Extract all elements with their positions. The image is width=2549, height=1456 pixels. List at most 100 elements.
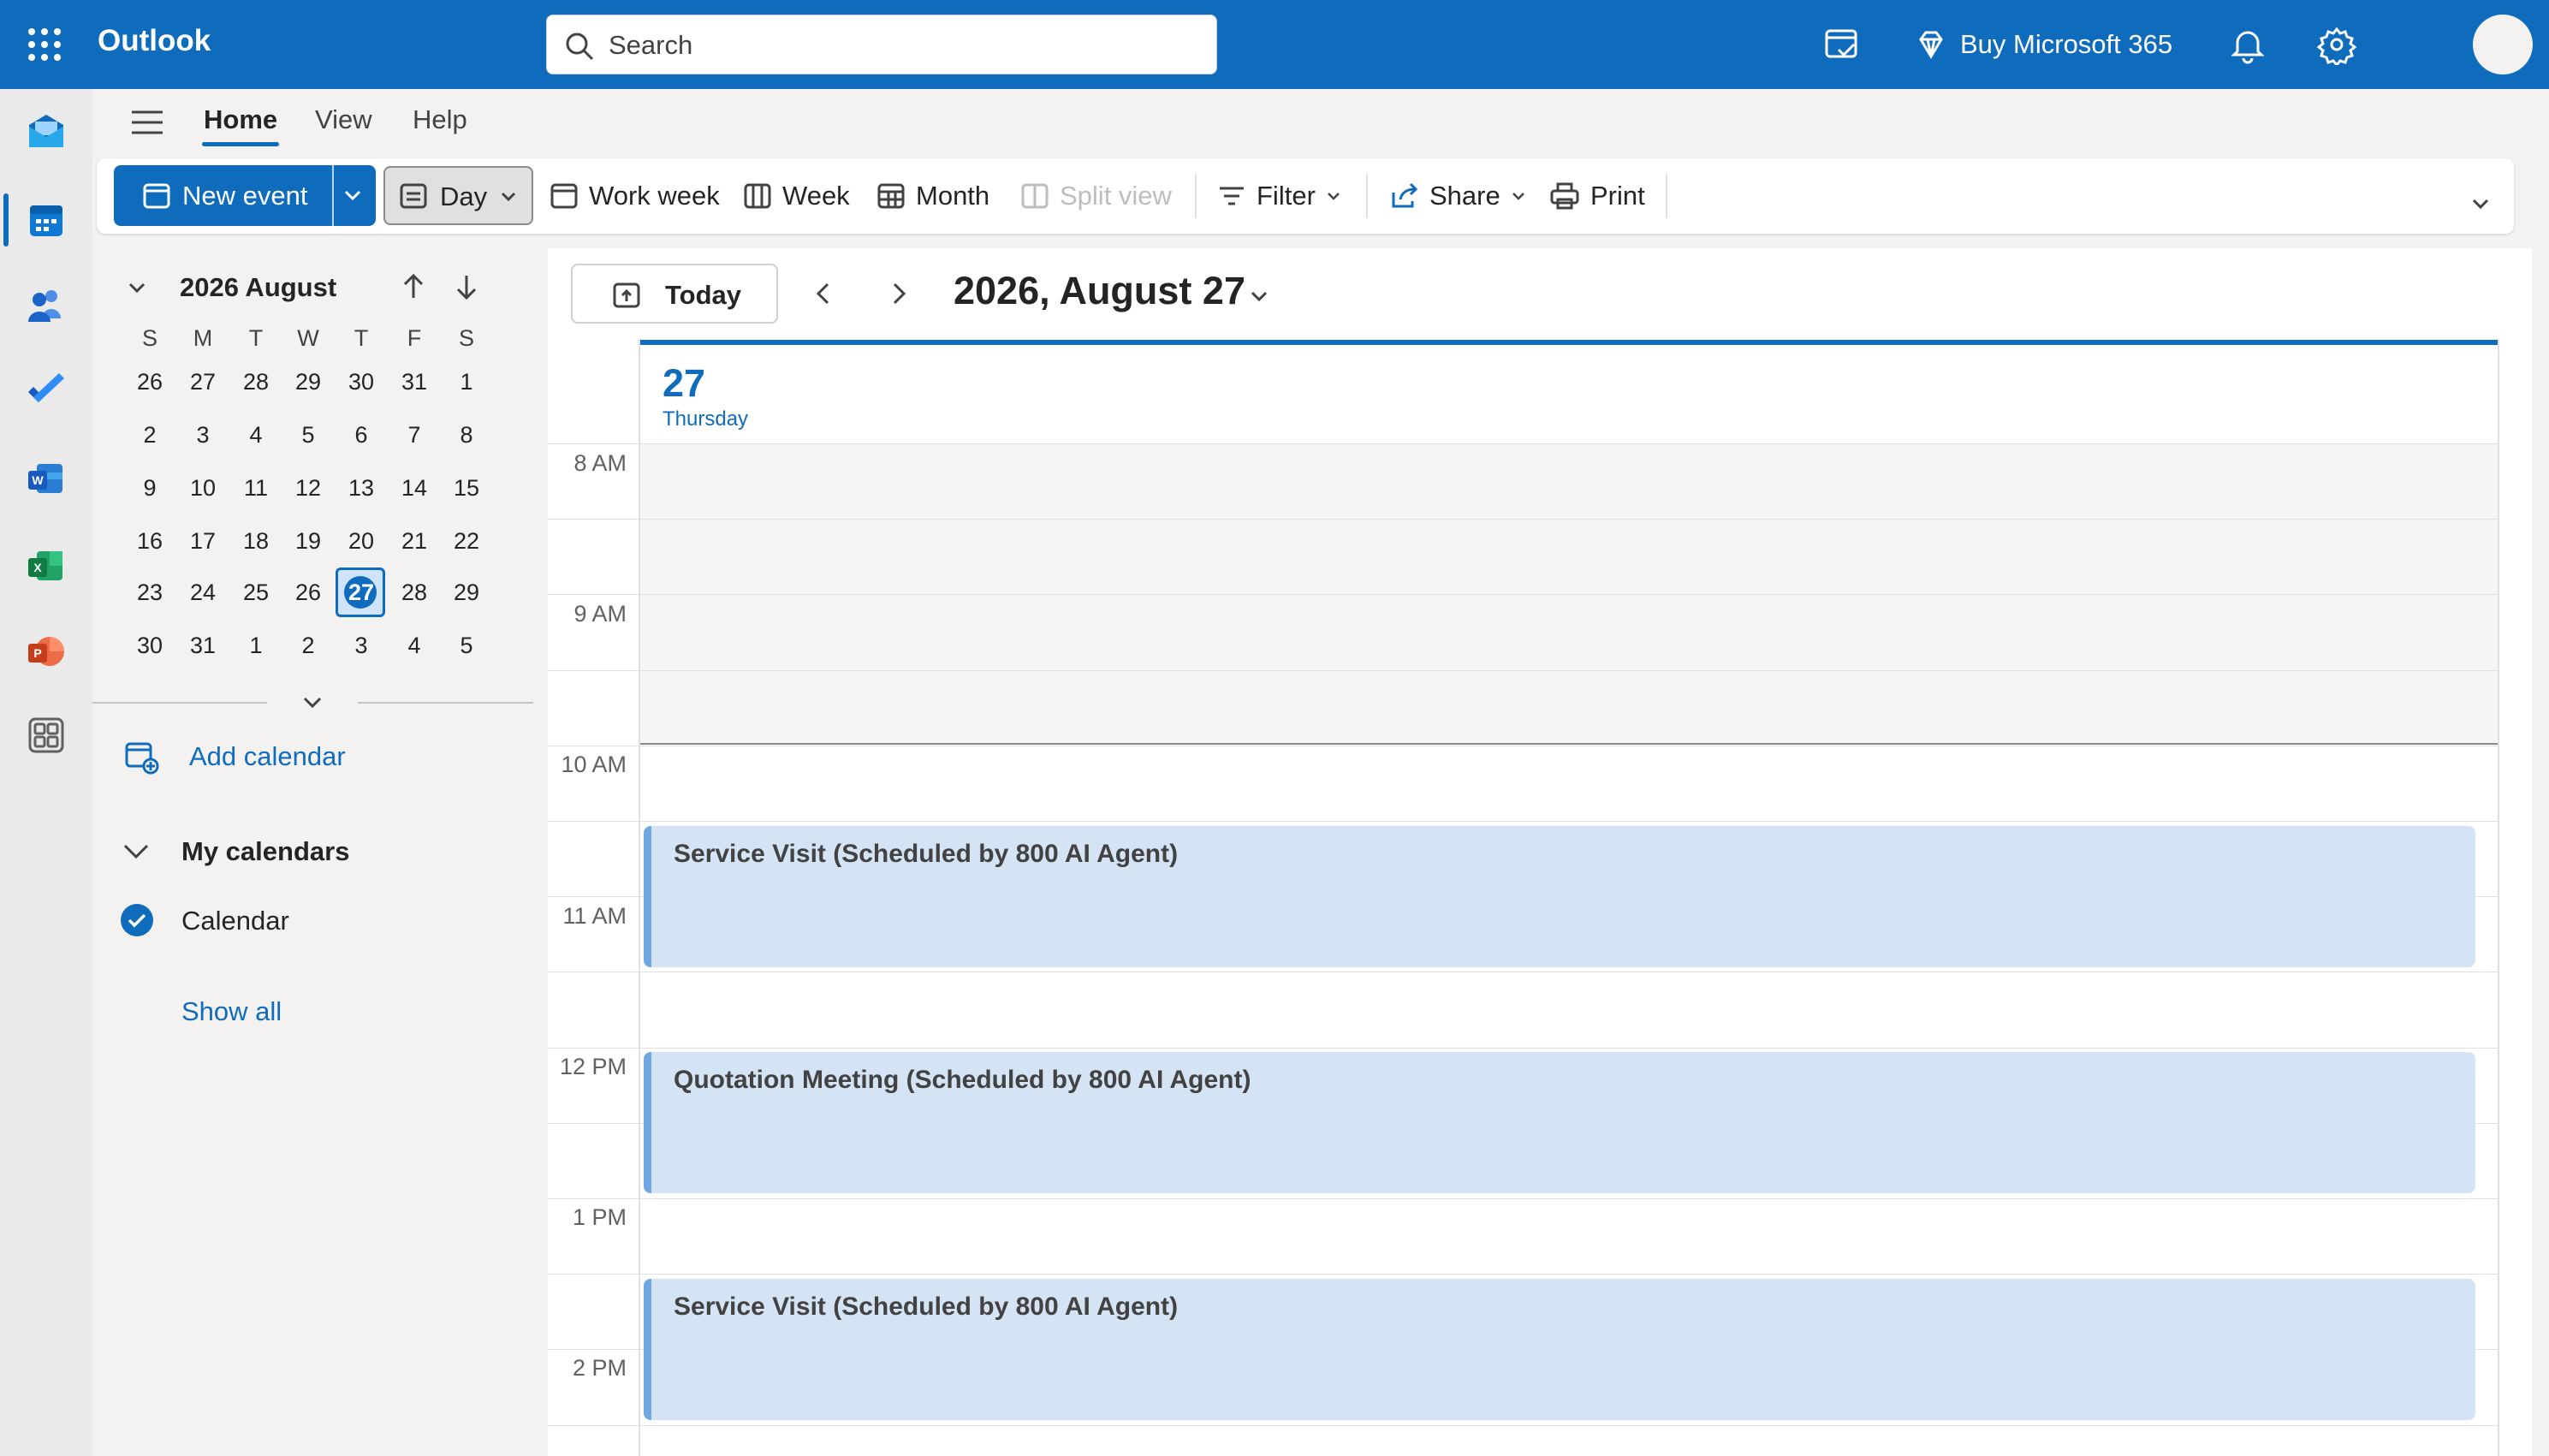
filter-button[interactable]: Filter — [1217, 177, 1341, 215]
search-icon — [564, 31, 595, 62]
my-day-icon[interactable] — [1821, 24, 1863, 65]
minical-day[interactable]: 2 — [287, 624, 330, 667]
notifications-bell-icon[interactable] — [2227, 24, 2268, 65]
todo-icon[interactable] — [23, 368, 69, 414]
time-label: 10 AM — [561, 752, 627, 777]
minical-month-title[interactable]: 2026 August — [180, 272, 336, 303]
minical-day[interactable]: 3 — [181, 413, 224, 456]
minical-day[interactable]: 3 — [340, 624, 383, 667]
minical-day[interactable]: 27 — [340, 571, 383, 614]
minical-day[interactable]: 26 — [287, 571, 330, 614]
minical-day[interactable]: 12 — [287, 467, 330, 509]
minical-day[interactable]: 16 — [128, 520, 171, 562]
minical-day[interactable]: 22 — [445, 520, 488, 562]
app-launcher-icon[interactable] — [26, 26, 63, 63]
minical-day[interactable]: 31 — [393, 360, 436, 403]
minical-day[interactable]: 30 — [128, 624, 171, 667]
calendar-item-label[interactable]: Calendar — [181, 906, 289, 936]
mail-icon[interactable] — [23, 108, 69, 154]
word-icon[interactable]: W — [23, 455, 69, 502]
minical-day[interactable]: 14 — [393, 467, 436, 509]
chevron-down-icon[interactable] — [122, 841, 151, 863]
buy-microsoft-365-button[interactable]: Buy Microsoft 365 — [1914, 22, 2172, 67]
minical-day[interactable]: 30 — [340, 360, 383, 403]
calendar-event[interactable]: Service Visit (Scheduled by 800 AI Agent… — [644, 826, 2475, 967]
minical-day[interactable]: 21 — [393, 520, 436, 562]
settings-gear-icon[interactable] — [2316, 24, 2357, 65]
minical-day[interactable]: 23 — [128, 571, 171, 614]
more-apps-icon[interactable] — [23, 712, 69, 758]
tab-help[interactable]: Help — [413, 104, 467, 135]
tab-view[interactable]: View — [315, 104, 372, 135]
chevron-down-icon[interactable] — [1250, 288, 1269, 305]
minical-day[interactable]: 1 — [445, 360, 488, 403]
minical-expand-chevron-icon[interactable] — [301, 693, 324, 712]
minical-day[interactable]: 8 — [445, 413, 488, 456]
minical-day[interactable]: 4 — [235, 413, 277, 456]
share-button[interactable]: Share — [1388, 177, 1526, 215]
new-event-button[interactable]: New event — [114, 165, 376, 226]
minical-day[interactable]: 11 — [235, 467, 277, 509]
minical-day[interactable]: 20 — [340, 520, 383, 562]
day-number[interactable]: 27 — [663, 361, 705, 406]
minical-day[interactable]: 6 — [340, 413, 383, 456]
minical-day[interactable]: 27 — [181, 360, 224, 403]
minical-day[interactable]: 9 — [128, 467, 171, 509]
minical-day[interactable]: 26 — [128, 360, 171, 403]
account-avatar[interactable] — [2473, 15, 2533, 74]
divider — [358, 702, 533, 704]
calendar-event[interactable]: Quotation Meeting (Scheduled by 800 AI A… — [644, 1052, 2475, 1193]
minical-day[interactable]: 24 — [181, 571, 224, 614]
minical-day[interactable]: 31 — [181, 624, 224, 667]
half-hour-gridline — [548, 821, 2499, 822]
next-month-arrow-icon[interactable] — [454, 272, 479, 301]
minical-day[interactable]: 28 — [235, 360, 277, 403]
week-view-icon — [743, 181, 772, 211]
current-date-title[interactable]: 2026, August 27 — [954, 269, 1245, 313]
day-view-button[interactable]: Day — [383, 166, 533, 225]
next-day-chevron-icon[interactable] — [888, 281, 909, 306]
add-calendar-link[interactable]: Add calendar — [189, 741, 346, 772]
calendar-event[interactable]: Service Visit (Scheduled by 800 AI Agent… — [644, 1279, 2475, 1420]
minical-day[interactable]: 5 — [445, 624, 488, 667]
previous-month-arrow-icon[interactable] — [401, 272, 426, 301]
week-button[interactable]: Week — [743, 177, 850, 215]
excel-icon[interactable]: X — [23, 543, 69, 589]
minical-day[interactable]: 15 — [445, 467, 488, 509]
minical-day[interactable]: 29 — [445, 571, 488, 614]
day-name: Thursday — [663, 407, 749, 431]
minical-collapse-chevron-icon[interactable] — [127, 277, 147, 298]
chevron-down-icon[interactable] — [343, 186, 362, 205]
my-calendars-group[interactable]: My calendars — [181, 836, 349, 867]
minical-day[interactable]: 17 — [181, 520, 224, 562]
minical-day[interactable]: 2 — [128, 413, 171, 456]
people-icon[interactable] — [23, 282, 69, 329]
print-button[interactable]: Print — [1549, 177, 1645, 215]
minical-day[interactable]: 29 — [287, 360, 330, 403]
minical-day[interactable]: 4 — [393, 624, 436, 667]
minical-day[interactable]: 5 — [287, 413, 330, 456]
today-button[interactable]: Today — [571, 264, 778, 324]
calendar-checkbox[interactable] — [121, 904, 153, 936]
previous-day-chevron-icon[interactable] — [813, 281, 834, 306]
ribbon-expand-chevron-icon[interactable] — [2470, 193, 2491, 214]
minical-day[interactable]: 7 — [393, 413, 436, 456]
minical-day[interactable]: 13 — [340, 467, 383, 509]
minical-day[interactable]: 18 — [235, 520, 277, 562]
split-view-button[interactable]: Split view — [1020, 177, 1172, 215]
minical-day[interactable]: 10 — [181, 467, 224, 509]
minical-day[interactable]: 28 — [393, 571, 436, 614]
hamburger-menu-icon[interactable] — [130, 108, 164, 137]
minical-day[interactable]: 19 — [287, 520, 330, 562]
search-box[interactable] — [546, 15, 1217, 74]
work-week-button[interactable]: Work week — [550, 177, 720, 215]
minical-day[interactable]: 25 — [235, 571, 277, 614]
search-input[interactable] — [607, 27, 1192, 63]
calendar-icon[interactable] — [23, 197, 69, 243]
powerpoint-icon[interactable]: P — [23, 628, 69, 675]
minical-day[interactable]: 1 — [235, 624, 277, 667]
app-title[interactable]: Outlook — [98, 24, 211, 58]
month-button[interactable]: Month — [876, 177, 989, 215]
tab-home[interactable]: Home — [204, 104, 277, 135]
show-all-link[interactable]: Show all — [181, 996, 282, 1027]
